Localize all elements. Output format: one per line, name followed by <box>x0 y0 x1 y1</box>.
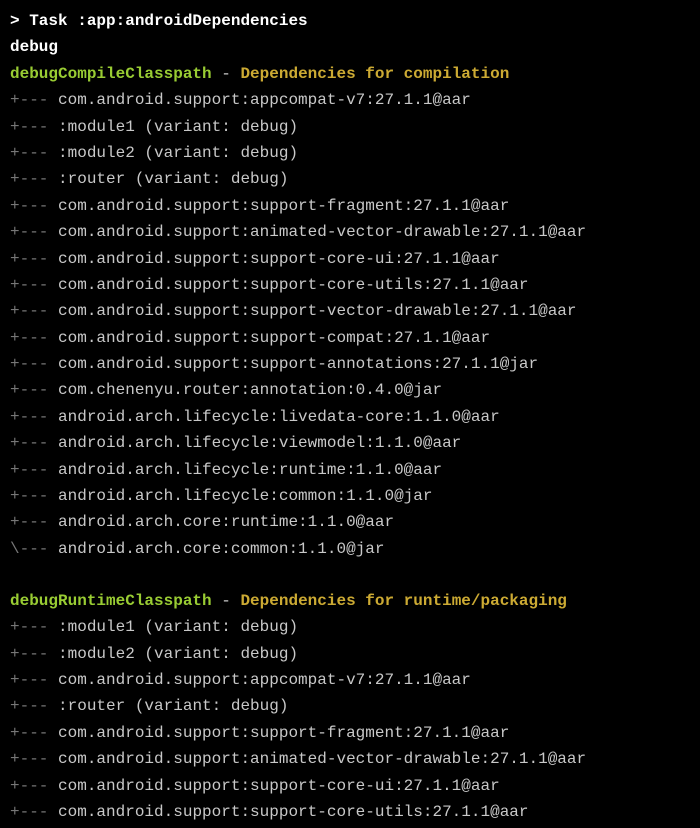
dependency-text: com.android.support:support-core-utils:2… <box>58 276 528 294</box>
tree-prefix: +--- <box>10 750 58 768</box>
task-header-line: > Task :app:androidDependencies <box>10 8 690 34</box>
tree-prefix: +--- <box>10 329 58 347</box>
dependency-line: +--- :module1 (variant: debug) <box>10 114 690 140</box>
tree-prefix: +--- <box>10 118 58 136</box>
dependency-line: +--- :router (variant: debug) <box>10 693 690 719</box>
dependency-text: com.chenenyu.router:annotation:0.4.0@jar <box>58 381 442 399</box>
section2-header: debugRuntimeClasspath - Dependencies for… <box>10 588 690 614</box>
dependency-line: +--- com.android.support:support-core-ui… <box>10 246 690 272</box>
dependency-text: com.android.support:support-core-ui:27.1… <box>58 777 500 795</box>
section2-desc: Dependencies for runtime/packaging <box>240 592 566 610</box>
dependency-text: android.arch.core:runtime:1.1.0@aar <box>58 513 394 531</box>
dependency-line: +--- :module1 (variant: debug) <box>10 614 690 640</box>
dependency-text: android.arch.lifecycle:common:1.1.0@jar <box>58 487 432 505</box>
tree-prefix: +--- <box>10 434 58 452</box>
dependency-line: +--- com.android.support:support-core-ut… <box>10 799 690 825</box>
section1-dash: - <box>212 65 241 83</box>
tree-prefix: +--- <box>10 223 58 241</box>
tree-prefix: +--- <box>10 618 58 636</box>
dependency-text: com.android.support:support-core-ui:27.1… <box>58 250 500 268</box>
dependency-line: +--- com.android.support:support-fragmen… <box>10 720 690 746</box>
blank-line <box>10 562 690 588</box>
section1-header: debugCompileClasspath - Dependencies for… <box>10 61 690 87</box>
tree-prefix: +--- <box>10 461 58 479</box>
dependency-line: +--- com.android.support:appcompat-v7:27… <box>10 87 690 113</box>
debug-header: debug <box>10 34 690 60</box>
dependency-text: com.android.support:animated-vector-draw… <box>58 750 586 768</box>
dependency-line: +--- android.arch.core:runtime:1.1.0@aar <box>10 509 690 535</box>
section2-title: debugRuntimeClasspath <box>10 592 212 610</box>
section1-dependency-list: +--- com.android.support:appcompat-v7:27… <box>10 87 690 562</box>
tree-prefix: +--- <box>10 487 58 505</box>
dependency-line: +--- android.arch.lifecycle:common:1.1.0… <box>10 483 690 509</box>
dependency-line: +--- com.android.support:support-fragmen… <box>10 193 690 219</box>
dependency-text: com.android.support:support-core-utils:2… <box>58 803 528 821</box>
dependency-line: +--- com.android.support:support-core-ut… <box>10 272 690 298</box>
tree-prefix: +--- <box>10 408 58 426</box>
dependency-line: +--- com.android.support:animated-vector… <box>10 746 690 772</box>
dependency-text: :module1 (variant: debug) <box>58 618 298 636</box>
dependency-text: android.arch.lifecycle:livedata-core:1.1… <box>58 408 500 426</box>
dependency-text: android.arch.lifecycle:runtime:1.1.0@aar <box>58 461 442 479</box>
dependency-text: com.android.support:support-fragment:27.… <box>58 197 509 215</box>
tree-prefix: +--- <box>10 302 58 320</box>
dependency-line: +--- :module2 (variant: debug) <box>10 641 690 667</box>
dependency-text: com.android.support:support-compat:27.1.… <box>58 329 490 347</box>
tree-prefix: +--- <box>10 381 58 399</box>
dependency-line: +--- com.android.support:support-core-ui… <box>10 773 690 799</box>
dependency-line: +--- com.android.support:appcompat-v7:27… <box>10 667 690 693</box>
dependency-line: +--- com.chenenyu.router:annotation:0.4.… <box>10 377 690 403</box>
tree-prefix: \--- <box>10 540 58 558</box>
dependency-text: android.arch.lifecycle:viewmodel:1.1.0@a… <box>58 434 461 452</box>
section2-dash: - <box>212 592 241 610</box>
dependency-text: :module2 (variant: debug) <box>58 645 298 663</box>
dependency-line: +--- android.arch.lifecycle:runtime:1.1.… <box>10 457 690 483</box>
dependency-text: com.android.support:appcompat-v7:27.1.1@… <box>58 671 471 689</box>
dependency-text: :router (variant: debug) <box>58 697 288 715</box>
tree-prefix: +--- <box>10 671 58 689</box>
dependency-line: +--- com.android.support:animated-vector… <box>10 219 690 245</box>
dependency-line: +--- com.android.support:support-compat:… <box>10 325 690 351</box>
dependency-text: com.android.support:support-fragment:27.… <box>58 724 509 742</box>
dependency-line: \--- android.arch.core:common:1.1.0@jar <box>10 536 690 562</box>
tree-prefix: +--- <box>10 645 58 663</box>
dependency-text: :module2 (variant: debug) <box>58 144 298 162</box>
tree-prefix: +--- <box>10 250 58 268</box>
tree-prefix: +--- <box>10 144 58 162</box>
prompt-symbol: > <box>10 12 29 30</box>
task-name: Task :app:androidDependencies <box>29 12 307 30</box>
tree-prefix: +--- <box>10 91 58 109</box>
tree-prefix: +--- <box>10 777 58 795</box>
dependency-text: com.android.support:animated-vector-draw… <box>58 223 586 241</box>
tree-prefix: +--- <box>10 170 58 188</box>
section2-dependency-list: +--- :module1 (variant: debug)+--- :modu… <box>10 614 690 825</box>
tree-prefix: +--- <box>10 513 58 531</box>
dependency-text: :router (variant: debug) <box>58 170 288 188</box>
dependency-line: +--- com.android.support:support-vector-… <box>10 298 690 324</box>
tree-prefix: +--- <box>10 724 58 742</box>
tree-prefix: +--- <box>10 197 58 215</box>
dependency-line: +--- android.arch.lifecycle:livedata-cor… <box>10 404 690 430</box>
dependency-text: android.arch.core:common:1.1.0@jar <box>58 540 384 558</box>
dependency-text: com.android.support:appcompat-v7:27.1.1@… <box>58 91 471 109</box>
dependency-line: +--- :router (variant: debug) <box>10 166 690 192</box>
tree-prefix: +--- <box>10 355 58 373</box>
tree-prefix: +--- <box>10 803 58 821</box>
dependency-text: :module1 (variant: debug) <box>58 118 298 136</box>
dependency-line: +--- android.arch.lifecycle:viewmodel:1.… <box>10 430 690 456</box>
dependency-text: com.android.support:support-vector-drawa… <box>58 302 576 320</box>
tree-prefix: +--- <box>10 276 58 294</box>
section1-desc: Dependencies for compilation <box>240 65 509 83</box>
dependency-line: +--- com.android.support:support-annotat… <box>10 351 690 377</box>
tree-prefix: +--- <box>10 697 58 715</box>
section1-title: debugCompileClasspath <box>10 65 212 83</box>
dependency-line: +--- :module2 (variant: debug) <box>10 140 690 166</box>
dependency-text: com.android.support:support-annotations:… <box>58 355 538 373</box>
